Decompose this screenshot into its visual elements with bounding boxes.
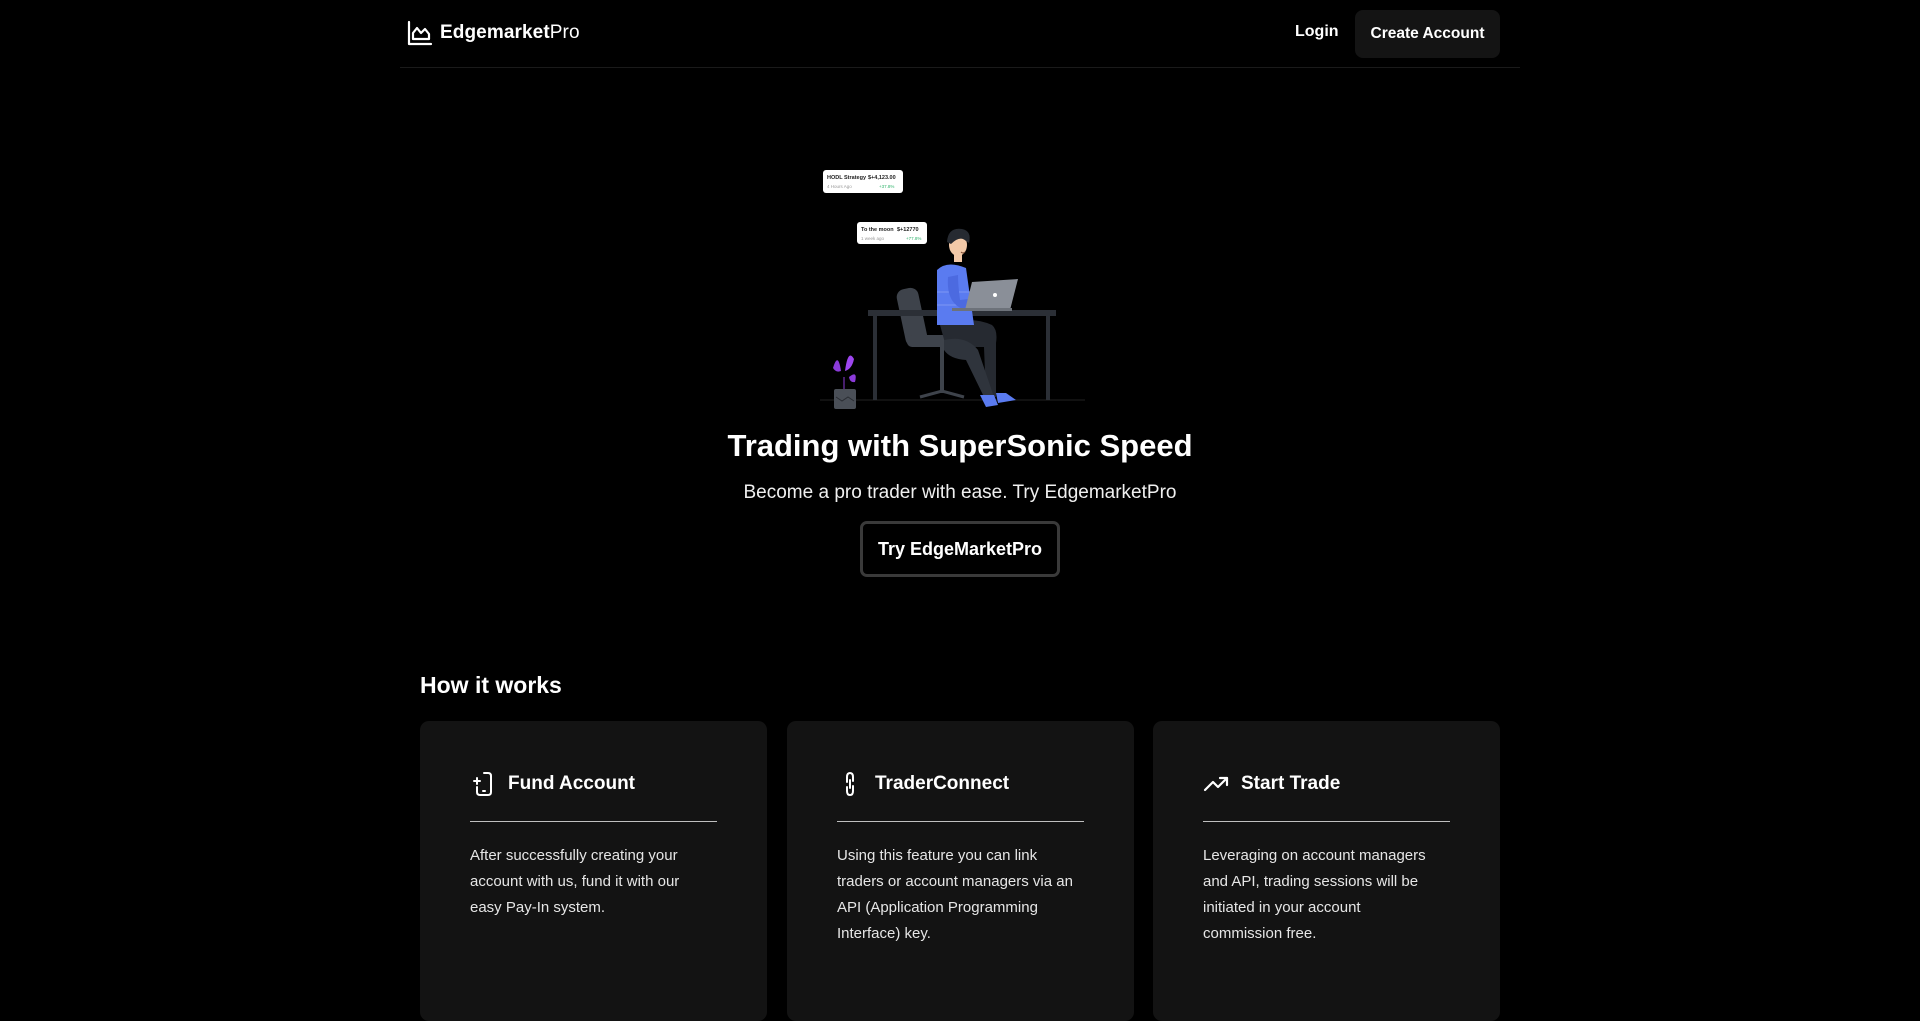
- card-title: Fund Account: [508, 773, 635, 794]
- card-divider: [837, 821, 1084, 822]
- brand-name-primary: Edgemarket: [440, 22, 550, 43]
- card-title: Start Trade: [1241, 773, 1341, 794]
- hero-title: Trading with SuperSonic Speed: [727, 428, 1193, 463]
- stat-card-hodl-amount: $+4,123.00: [868, 175, 896, 181]
- stat-card-hodl-name: HODL Strategy: [827, 175, 867, 181]
- card-description: After successfully creating your account…: [470, 847, 680, 916]
- chart-area-icon: [407, 20, 433, 46]
- card-description: Using this feature you can link traders …: [837, 847, 1073, 942]
- link-icon: [846, 772, 854, 796]
- trending-up-icon: [1203, 776, 1229, 792]
- card-start-trade: Start Trade Leveraging on account manage…: [1153, 721, 1500, 1021]
- stat-card-hodl: HODL Strategy $+4,123.00 4 Hours Ago +37…: [823, 170, 903, 193]
- card-fund-account: Fund Account After successfully creating…: [420, 721, 767, 1021]
- stat-card-moon-name: To the moon: [861, 227, 894, 233]
- card-header: Start Trade: [1203, 771, 1340, 797]
- trader-person-illustration: [937, 228, 1016, 407]
- card-header: TraderConnect: [837, 771, 1009, 797]
- create-account-button[interactable]: Create Account: [1355, 10, 1500, 58]
- stat-card-moon-meta: 1 week ago: [861, 236, 885, 241]
- card-header: Fund Account: [470, 771, 635, 797]
- brand-name: EdgemarketPro: [440, 22, 580, 44]
- try-edgemarketpro-button[interactable]: Try EdgeMarketPro: [860, 521, 1060, 577]
- login-link[interactable]: Login: [1295, 23, 1339, 41]
- card-divider: [470, 821, 717, 822]
- card-title: TraderConnect: [875, 773, 1010, 794]
- stat-card-moon: To the moon $+12770 1 week ago +77.8%: [857, 222, 927, 244]
- brand-name-suffix: Pro: [549, 22, 580, 43]
- card-description: Leveraging on account managers and API, …: [1203, 847, 1426, 942]
- card-divider: [1203, 821, 1450, 822]
- stat-card-hodl-change: +37.8%: [879, 184, 894, 189]
- hero-illustration: HODL Strategy $+4,123.00 4 Hours Ago +37…: [820, 170, 1085, 409]
- card-traderconnect: TraderConnect Using this feature you can…: [787, 721, 1134, 1021]
- how-it-works-title: How it works: [420, 672, 562, 698]
- stat-card-moon-change: +77.8%: [906, 236, 921, 241]
- hero-subtitle: Become a pro trader with ease. Try Edgem…: [743, 482, 1177, 503]
- stat-card-hodl-meta: 4 Hours Ago: [827, 184, 852, 189]
- phone-plus-icon: [473, 772, 492, 796]
- plant-illustration: [833, 355, 856, 409]
- brand-logo[interactable]: EdgemarketPro: [407, 20, 580, 46]
- stat-card-moon-amount: $+12770: [897, 227, 919, 233]
- top-nav: EdgemarketPro Login Create Account: [400, 0, 1520, 68]
